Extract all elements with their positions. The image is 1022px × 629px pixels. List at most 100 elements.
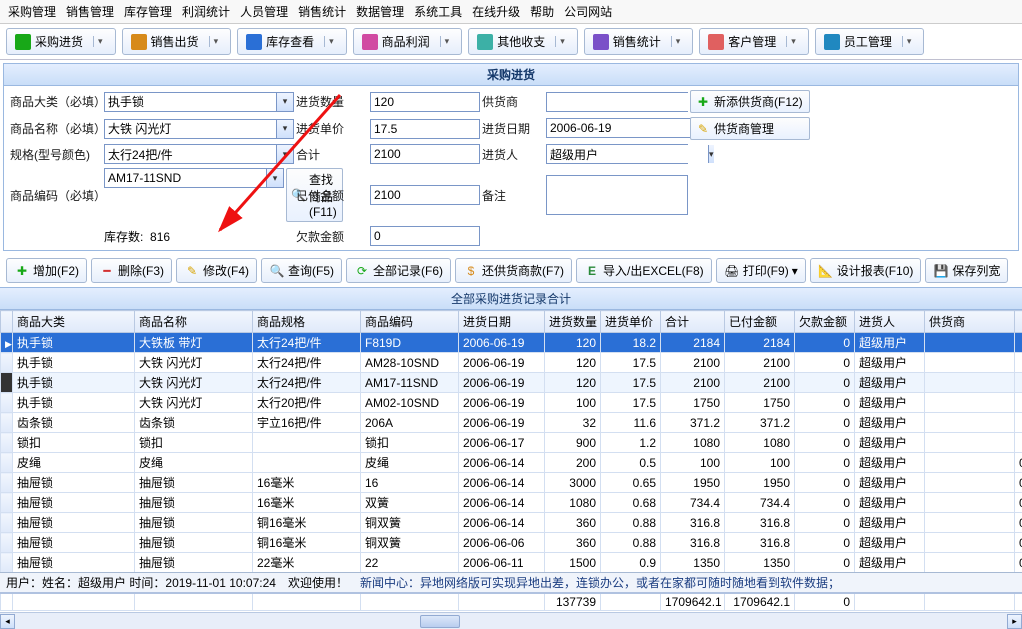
dropdown-icon[interactable]: ▾: [276, 93, 293, 111]
chevron-down-icon[interactable]: ▾: [324, 36, 334, 47]
supplier-input[interactable]: [547, 93, 708, 111]
dropdown-icon[interactable]: ▾: [708, 145, 714, 163]
column-header[interactable]: [1015, 311, 1022, 333]
table-row[interactable]: 抽屉锁抽屉锁铜16毫米铜双簧2006-06-063600.88316.8316.…: [1, 533, 1022, 553]
column-header[interactable]: 合计: [661, 311, 725, 333]
name-combo[interactable]: ▾: [104, 119, 294, 139]
table-row[interactable]: 执手锁大铁 闪光灯太行24把/件AM28-10SND2006-06-191201…: [1, 353, 1022, 373]
table-row[interactable]: 抽屉锁抽屉锁铜16毫米铜双簧2006-06-143600.88316.8316.…: [1, 513, 1022, 533]
spec-input[interactable]: [105, 145, 276, 163]
category-input[interactable]: [105, 93, 276, 111]
chevron-down-icon[interactable]: ▾: [440, 36, 450, 47]
chevron-down-icon[interactable]: ▾: [555, 36, 565, 47]
column-header[interactable]: 商品规格: [253, 311, 361, 333]
chevron-down-icon[interactable]: ▾: [902, 36, 912, 47]
dropdown-icon[interactable]: ▾: [276, 120, 293, 138]
column-header[interactable]: 欠款金额: [795, 311, 855, 333]
column-header[interactable]: 进货数量: [545, 311, 601, 333]
table-row[interactable]: 执手锁大铁 闪光灯太行20把/件AM02-10SND2006-06-191001…: [1, 393, 1022, 413]
table-row[interactable]: 抽屉锁抽屉锁22毫米222006-06-1115000.9135013500超级…: [1, 553, 1022, 573]
save-colwidth-button[interactable]: 💾保存列宽: [925, 258, 1008, 283]
table-row[interactable]: 抽屉锁抽屉锁16毫米双簧2006-06-1410800.68734.4734.4…: [1, 493, 1022, 513]
print-button[interactable]: 🖨打印(F9)▾: [716, 258, 806, 283]
chevron-down-icon[interactable]: ▾: [786, 36, 796, 47]
menu-item[interactable]: 利润统计: [182, 3, 230, 20]
code-input[interactable]: [105, 169, 266, 187]
records-grid[interactable]: 商品大类商品名称商品规格商品编码进货日期进货数量进货单价合计已付金额欠款金额进货…: [0, 310, 1022, 611]
column-header[interactable]: 进货单价: [601, 311, 661, 333]
query-button[interactable]: 🔍查询(F5): [261, 258, 342, 283]
spec-combo[interactable]: ▾: [104, 144, 294, 164]
chevron-down-icon[interactable]: ▾: [93, 36, 103, 47]
menu-item[interactable]: 销售统计: [298, 3, 346, 20]
remark-input[interactable]: [546, 175, 688, 215]
stock-label: 库存数:: [104, 230, 143, 244]
column-header[interactable]: 商品名称: [135, 311, 253, 333]
date-input[interactable]: [546, 118, 709, 138]
qty-input[interactable]: [370, 92, 480, 112]
scroll-thumb[interactable]: [420, 615, 460, 628]
purchase-in-button[interactable]: 采购进货▾: [6, 28, 116, 55]
table-row[interactable]: ▶执手锁大铁板 带灯太行24把/件F819D2006-06-1912018.22…: [1, 333, 1022, 353]
price-input[interactable]: [370, 119, 480, 139]
design-button[interactable]: 📐设计报表(F10): [810, 258, 922, 283]
horizontal-scrollbar[interactable]: ◂ ▸: [0, 612, 1022, 629]
chevron-down-icon[interactable]: ▾: [792, 264, 798, 278]
scroll-left-arrow[interactable]: ◂: [0, 614, 15, 629]
table-row[interactable]: 齿条锁齿条锁宇立16把/件206A2006-06-193211.6371.237…: [1, 413, 1022, 433]
total-input[interactable]: [370, 144, 480, 164]
total-owe: 0: [795, 593, 855, 611]
supplier-combo[interactable]: ▾: [546, 92, 688, 112]
delete-button[interactable]: ━删除(F3): [91, 258, 172, 283]
goods-profit-button[interactable]: 商品利润▾: [353, 28, 463, 55]
person-input[interactable]: [547, 145, 708, 163]
name-input[interactable]: [105, 120, 276, 138]
spec-label: 规格(型号颜色): [10, 146, 102, 163]
return-supplier-button[interactable]: $还供货商款(F7): [455, 258, 572, 283]
staff-button[interactable]: 员工管理▾: [815, 28, 925, 55]
column-header[interactable]: 进货日期: [459, 311, 545, 333]
category-combo[interactable]: ▾: [104, 92, 294, 112]
menu-item[interactable]: 帮助: [530, 3, 554, 20]
menu-item[interactable]: 公司网站: [564, 3, 612, 20]
supplier-mgmt-button[interactable]: ✎供货商管理: [690, 117, 810, 140]
menu-item[interactable]: 销售管理: [66, 3, 114, 20]
dropdown-icon[interactable]: ▾: [266, 169, 283, 187]
table-row[interactable]: 锁扣锁扣锁扣2006-06-179001.2108010800超级用户: [1, 433, 1022, 453]
all-records-button[interactable]: ⟳全部记录(F6): [346, 258, 451, 283]
menu-item[interactable]: 采购管理: [8, 3, 56, 20]
stock-value: 816: [150, 230, 170, 244]
total-label: 合计: [296, 146, 368, 163]
sale-stat-button[interactable]: 销售统计▾: [584, 28, 694, 55]
table-row[interactable]: 抽屉锁抽屉锁16毫米162006-06-1430000.65195019500超…: [1, 473, 1022, 493]
menu-item[interactable]: 系统工具: [414, 3, 462, 20]
owe-input[interactable]: [370, 226, 480, 246]
column-header[interactable]: 已付金额: [725, 311, 795, 333]
stock-view-button[interactable]: 库存查看▾: [237, 28, 347, 55]
scroll-right-arrow[interactable]: ▸: [1007, 614, 1022, 629]
person-combo[interactable]: ▾: [546, 144, 688, 164]
other-inout-button[interactable]: 其他收支▾: [468, 28, 578, 55]
column-header[interactable]: 商品大类: [13, 311, 135, 333]
column-header[interactable]: 商品编码: [361, 311, 459, 333]
add-button[interactable]: ✚增加(F2): [6, 258, 87, 283]
date-label: 进货日期: [482, 120, 544, 137]
paid-input[interactable]: [370, 185, 480, 205]
table-row[interactable]: 皮绳皮绳皮绳2006-06-142000.51001000超级用户0.50: [1, 453, 1022, 473]
menu-item[interactable]: 数据管理: [356, 3, 404, 20]
excel-button[interactable]: E导入/出EXCEL(F8): [576, 258, 712, 283]
customer-button[interactable]: 客户管理▾: [699, 28, 809, 55]
column-header[interactable]: 供货商: [925, 311, 1015, 333]
dropdown-icon[interactable]: ▾: [276, 145, 293, 163]
sale-out-button[interactable]: 销售出货▾: [122, 28, 232, 55]
table-row[interactable]: 执手锁大铁 闪光灯太行24把/件AM17-11SND2006-06-191201…: [1, 373, 1022, 393]
code-combo[interactable]: ▾: [104, 168, 284, 188]
chevron-down-icon[interactable]: ▾: [671, 36, 681, 47]
edit-button[interactable]: ✎修改(F4): [176, 258, 257, 283]
column-header[interactable]: 进货人: [855, 311, 925, 333]
menu-item[interactable]: 人员管理: [240, 3, 288, 20]
menu-item[interactable]: 库存管理: [124, 3, 172, 20]
add-supplier-button[interactable]: ✚新添供货商(F12): [690, 90, 810, 113]
chevron-down-icon[interactable]: ▾: [209, 36, 219, 47]
menu-item[interactable]: 在线升级: [472, 3, 520, 20]
